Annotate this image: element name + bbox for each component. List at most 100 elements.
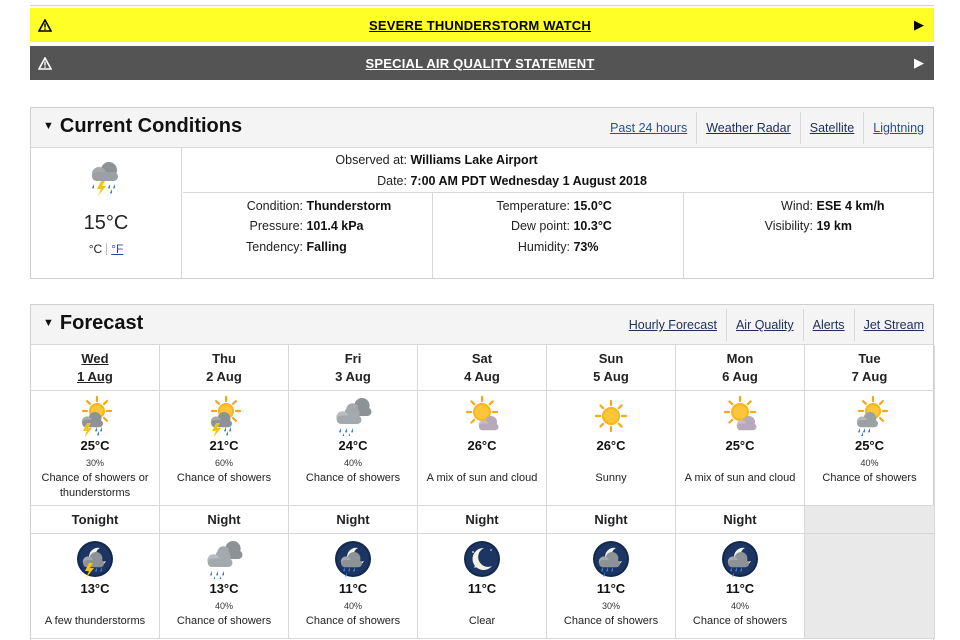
link-hourly-forecast[interactable]: Hourly Forecast bbox=[620, 309, 726, 341]
day-date[interactable]: 3 Aug bbox=[335, 369, 371, 384]
alert-label[interactable]: SPECIAL AIR QUALITY STATEMENT bbox=[56, 56, 904, 71]
link-satellite[interactable]: Satellite bbox=[799, 112, 863, 144]
link-alerts[interactable]: Alerts bbox=[802, 309, 854, 341]
forecast-panel: ▼ Forecast Hourly Forecast Air Quality Al… bbox=[30, 304, 935, 640]
day-date[interactable]: 1 Aug bbox=[77, 369, 113, 384]
night-pop: 40% bbox=[730, 601, 749, 611]
link-lightning[interactable]: Lightning bbox=[863, 112, 933, 144]
night-pop: 30% bbox=[601, 601, 620, 611]
conditions-column-1: Condition: Thunderstorm Pressure: 101.4 … bbox=[183, 193, 433, 278]
day-name[interactable]: Thu bbox=[212, 351, 236, 366]
link-past-24-hours[interactable]: Past 24 hours bbox=[601, 112, 696, 144]
link-weather-radar[interactable]: Weather Radar bbox=[696, 112, 800, 144]
unit-fahrenheit[interactable]: °F bbox=[107, 242, 127, 256]
day-header-3[interactable]: Sat 4 Aug bbox=[418, 345, 547, 391]
moon-rain-icon bbox=[333, 539, 373, 579]
arrow-right-icon[interactable]: ▶ bbox=[904, 55, 934, 71]
link-jet-stream[interactable]: Jet Stream bbox=[853, 309, 933, 341]
night-summary: Chance of showers bbox=[563, 615, 659, 627]
moon-thunder-icon bbox=[75, 539, 115, 579]
day-header-1[interactable]: Thu 2 Aug bbox=[160, 345, 289, 391]
day-forecast-4: 26°C Sunny bbox=[547, 391, 676, 506]
night-header-1: Night bbox=[160, 506, 289, 534]
day-name[interactable]: Tue bbox=[858, 351, 880, 366]
day-date[interactable]: 5 Aug bbox=[593, 369, 629, 384]
night-forecast-3: 11°C Clear bbox=[418, 534, 547, 639]
dew-point-row: Dew point: 10.3°C bbox=[510, 219, 612, 233]
day-date[interactable]: 7 Aug bbox=[852, 369, 888, 384]
sun-thunder-icon bbox=[75, 395, 115, 438]
day-pop: 60% bbox=[214, 458, 233, 468]
sun-cloud-icon bbox=[462, 395, 502, 436]
arrow-right-icon[interactable]: ▶ bbox=[904, 17, 934, 33]
day-summary: A mix of sun and cloud bbox=[426, 472, 538, 484]
day-summary: Sunny bbox=[595, 472, 627, 484]
unit-celsius[interactable]: °C bbox=[85, 242, 106, 256]
day-date[interactable]: 4 Aug bbox=[464, 369, 500, 384]
sun-icon bbox=[591, 396, 631, 436]
day-header-0[interactable]: Wed 1 Aug bbox=[31, 345, 160, 391]
sun-rain-icon bbox=[850, 395, 890, 437]
day-name[interactable]: Sun bbox=[599, 351, 624, 366]
night-header-0: Tonight bbox=[31, 506, 160, 534]
day-header-2[interactable]: Fri 3 Aug bbox=[289, 345, 418, 391]
date-value: 7:00 AM PDT Wednesday 1 August 2018 bbox=[410, 174, 647, 188]
current-conditions-panel: ▼ Current Conditions Past 24 hours Weathe… bbox=[30, 107, 934, 279]
alert-special-air-quality[interactable]: SPECIAL AIR QUALITY STATEMENT ▶ bbox=[30, 46, 934, 80]
night-label: Night bbox=[207, 512, 241, 527]
observed-at-value: Williams Lake Airport bbox=[410, 153, 538, 167]
moon-clear-icon bbox=[462, 539, 502, 579]
cloud-rain-icon bbox=[333, 396, 373, 438]
current-conditions-header: ▼ Current Conditions Past 24 hours Weathe… bbox=[31, 108, 933, 148]
caret-down-icon[interactable]: ▼ bbox=[43, 317, 54, 329]
link-air-quality[interactable]: Air Quality bbox=[725, 309, 803, 341]
night-label: Night bbox=[465, 512, 499, 527]
day-summary: Chance of showers bbox=[176, 472, 272, 484]
day-date[interactable]: 6 Aug bbox=[722, 369, 758, 384]
day-temperature: 26°C bbox=[467, 438, 497, 453]
current-conditions-title[interactable]: ▼ Current Conditions bbox=[43, 115, 242, 138]
alert-label[interactable]: SEVERE THUNDERSTORM WATCH bbox=[56, 18, 904, 33]
day-header-4[interactable]: Sun 5 Aug bbox=[547, 345, 676, 391]
day-name[interactable]: Sat bbox=[472, 351, 492, 366]
night-temperature: 11°C bbox=[467, 581, 497, 596]
condition-row: Condition: Thunderstorm bbox=[246, 199, 392, 213]
day-forecast-1: 21°C 60% Chance of showers bbox=[160, 391, 289, 506]
forecast-header: ▼ Forecast Hourly Forecast Air Quality Al… bbox=[31, 305, 933, 345]
night-label: Night bbox=[594, 512, 628, 527]
night-temperature: 13°C bbox=[209, 581, 239, 596]
day-name[interactable]: Wed bbox=[81, 351, 108, 366]
day-summary: Chance of showers or thunderstorms bbox=[41, 472, 149, 499]
night-summary: Chance of showers bbox=[176, 615, 272, 627]
night-forecast-0: 13°C A few thunderstorms bbox=[31, 534, 160, 639]
day-summary: A mix of sun and cloud bbox=[684, 472, 796, 484]
day-header-5[interactable]: Mon 6 Aug bbox=[676, 345, 805, 391]
day-temperature: 25°C bbox=[80, 438, 110, 453]
visibility-row: Visibility: 19 km bbox=[764, 219, 852, 233]
sun-cloud-icon bbox=[720, 395, 760, 436]
sun-thunder-icon bbox=[204, 395, 244, 438]
forecast-links: Hourly Forecast Air Quality Alerts Jet S… bbox=[620, 305, 933, 345]
moon-rain-icon bbox=[720, 539, 760, 579]
forecast-title[interactable]: ▼ Forecast bbox=[43, 312, 143, 335]
day-name[interactable]: Mon bbox=[727, 351, 754, 366]
night-forecast-2: 11°C 40% Chance of showers bbox=[289, 534, 418, 639]
caret-down-icon[interactable]: ▼ bbox=[43, 120, 54, 132]
day-date[interactable]: 2 Aug bbox=[206, 369, 242, 384]
day-summary: Chance of showers bbox=[305, 472, 401, 484]
date-row: Date: 7:00 AM PDT Wednesday 1 August 201… bbox=[377, 174, 647, 188]
warning-icon bbox=[30, 18, 56, 32]
night-temperature: 13°C bbox=[80, 581, 110, 596]
night-summary: Clear bbox=[468, 615, 496, 627]
humidity-row: Humidity: 73% bbox=[517, 240, 599, 254]
night-label: Night bbox=[723, 512, 757, 527]
temperature-row: Temperature: 15.0°C bbox=[496, 199, 612, 213]
night-forecast-1: 13°C 40% Chance of showers bbox=[160, 534, 289, 639]
day-header-6[interactable]: Tue 7 Aug bbox=[805, 345, 935, 391]
night-label: Tonight bbox=[71, 512, 119, 527]
day-temperature: 26°C bbox=[596, 438, 626, 453]
day-forecast-3: 26°C A mix of sun and cloud bbox=[418, 391, 547, 506]
day-name[interactable]: Fri bbox=[345, 351, 362, 366]
observed-at-row: Observed at: Williams Lake Airport bbox=[335, 153, 538, 167]
alert-severe-thunderstorm-watch[interactable]: SEVERE THUNDERSTORM WATCH ▶ bbox=[30, 8, 934, 42]
